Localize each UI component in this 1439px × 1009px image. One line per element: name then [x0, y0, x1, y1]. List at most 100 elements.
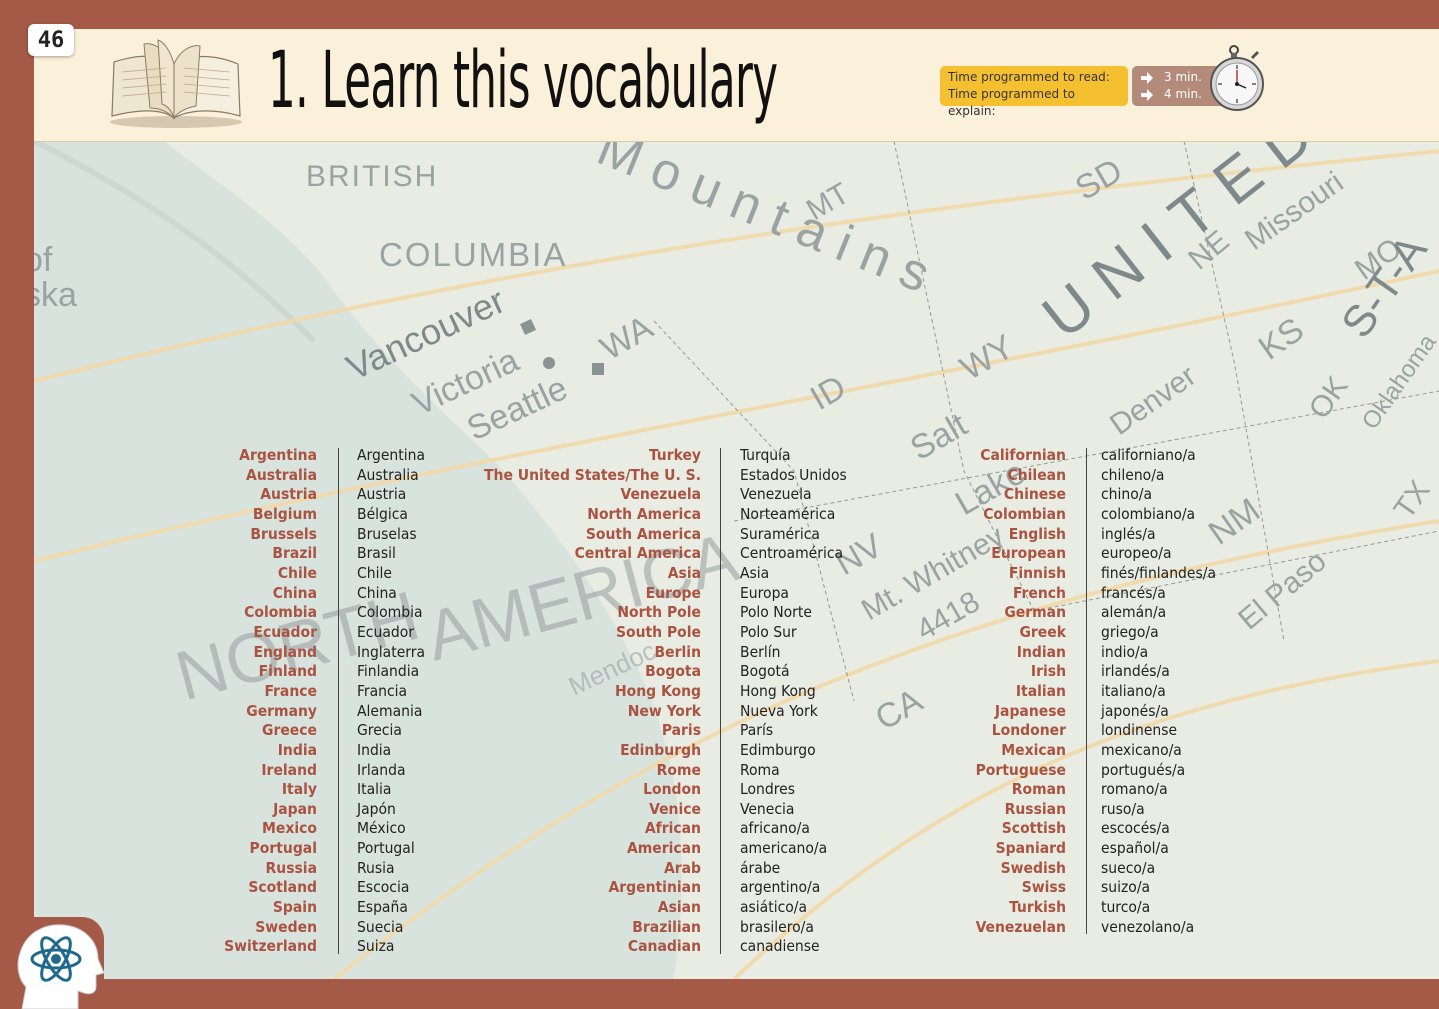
vocab-english: European — [991, 544, 1066, 563]
vocab-english: Greece — [262, 721, 317, 740]
stopwatch-icon — [1210, 45, 1264, 111]
vocab-english: English — [1008, 524, 1066, 543]
brain-atom-icon — [17, 924, 104, 1009]
map-label: ska — [34, 276, 77, 314]
vocab-spanish: Portugal — [357, 839, 415, 858]
vocab-spanish: americano/a — [740, 839, 828, 858]
vocab-spanish: inglés/a — [1101, 524, 1156, 543]
vocab-spanish: Europa — [740, 583, 789, 602]
vocab-english: Edinburgh — [620, 740, 701, 759]
vocab-english: Brussels — [250, 524, 317, 543]
column-divider — [338, 448, 339, 954]
vocab-spanish: Finlandia — [357, 662, 420, 681]
map-label: OK — [1303, 371, 1355, 425]
vocab-english: Londoner — [991, 721, 1066, 740]
vocab-spanish: brasilero/a — [740, 917, 814, 936]
vocab-english: Brazil — [272, 544, 317, 563]
vocab-spanish: India — [357, 740, 392, 759]
vocab-spanish: Asia — [740, 563, 770, 582]
vocab-spanish: suizo/a — [1101, 878, 1151, 897]
vocab-english: Argentina — [239, 446, 317, 464]
vocab-english: Arab — [663, 858, 701, 877]
vocab-english: Argentinian — [608, 878, 701, 897]
vocab-spanish: Brasil — [357, 544, 396, 563]
vocab-english: New York — [627, 701, 701, 720]
vocab-spanish: colombiano/a — [1101, 504, 1196, 523]
vocab-english: Bogota — [645, 662, 701, 681]
vocab-english: Venice — [649, 799, 701, 818]
map-label: ID — [804, 368, 852, 418]
vocab-spanish: irlandés/a — [1101, 662, 1170, 681]
vocab-english: African — [644, 819, 701, 838]
vocab-spanish: Nueva York — [740, 701, 818, 720]
vocab-english: The United States/The U. S. — [484, 465, 701, 484]
vocab-spanish: californiano/a — [1101, 446, 1196, 464]
read-time-label: Time programmed to read: — [948, 70, 1110, 84]
column-3-english: Californian Chilean Chinese Colombian En… — [976, 446, 1066, 937]
vocab-spanish: Roma — [740, 760, 780, 779]
vocab-spanish: londinense — [1101, 721, 1178, 740]
vocab-english: Colombian — [983, 504, 1066, 523]
vocab-english: Switzerland — [224, 937, 317, 956]
vocab-spanish: Venezuela — [740, 485, 812, 504]
vocab-english: China — [272, 583, 317, 602]
vocab-spanish: venezolano/a — [1101, 917, 1195, 936]
vocab-english: North America — [587, 504, 701, 523]
vocab-english: Greek — [1019, 622, 1066, 641]
vocab-english: American — [626, 839, 701, 858]
map-label: SD — [1069, 151, 1129, 208]
vocab-spanish: japonés/a — [1101, 701, 1169, 720]
vocab-spanish: Bogotá — [740, 662, 790, 681]
vocab-english: Spaniard — [995, 839, 1066, 858]
vocab-english: South America — [585, 524, 701, 543]
vocab-english: Mexican — [1001, 740, 1066, 759]
vocab-english: Belgium — [252, 504, 317, 523]
vocab-spanish: Colombia — [357, 603, 423, 622]
map-label: of — [34, 241, 53, 279]
arrow-right-icon — [1141, 88, 1153, 101]
vocab-spanish: Estados Unidos — [740, 465, 847, 484]
vocab-spanish: Bélgica — [357, 504, 408, 523]
vocab-english: Indian — [1016, 642, 1066, 661]
city-marker — [543, 357, 555, 369]
vocab-english: Italy — [281, 780, 317, 799]
vocab-spanish: turco/a — [1101, 898, 1151, 917]
vocab-english: Japan — [273, 799, 317, 818]
vocab-english: Venezuela — [620, 485, 701, 504]
column-2-english: Turkey The United States/The U. S. Venez… — [484, 446, 701, 957]
vocab-spanish: China — [357, 583, 397, 602]
vocab-english: Finland — [258, 662, 317, 681]
vocab-english: Asia — [667, 563, 701, 582]
vocab-spanish: argentino/a — [740, 878, 821, 897]
vocab-english: Venezuelan — [975, 917, 1066, 936]
vocab-english: Ecuador — [253, 622, 317, 641]
vocab-spanish: Berlín — [740, 642, 781, 661]
vocab-english: Berlin — [654, 642, 701, 661]
vocab-spanish: Londres — [740, 780, 795, 799]
vocab-spanish: portugués/a — [1101, 760, 1186, 779]
page-title: 1. Learn this vocabulary — [268, 36, 778, 126]
map-label: BRITISH — [306, 160, 438, 193]
vocab-english: Portuguese — [975, 760, 1066, 779]
vocab-spanish: Italia — [357, 780, 392, 799]
vocab-spanish: indio/a — [1101, 642, 1149, 661]
vocab-spanish: Grecia — [357, 721, 402, 740]
vocab-spanish: Bruselas — [357, 524, 417, 543]
vocab-spanish: México — [357, 819, 406, 838]
vocab-spanish: alemán/a — [1101, 603, 1167, 622]
map-label: S-T-A — [1332, 226, 1437, 347]
vocab-spanish: Suecia — [357, 917, 404, 936]
vocab-english: Roman — [1011, 780, 1066, 799]
vocab-spanish: Venecia — [740, 799, 795, 818]
map-label: COLUMBIA — [379, 236, 567, 273]
vocab-english: London — [643, 780, 701, 799]
vocab-spanish: europeo/a — [1101, 544, 1172, 563]
vocab-spanish: francés/a — [1101, 583, 1166, 602]
vocab-english: Sweden — [255, 917, 317, 936]
open-book-icon — [110, 39, 242, 128]
vocab-english: France — [264, 681, 317, 700]
page-number: 46 — [28, 24, 74, 56]
vocab-spanish: París — [740, 721, 774, 740]
vocab-spanish: Suiza — [357, 937, 395, 956]
vocab-spanish: español/a — [1101, 839, 1169, 858]
